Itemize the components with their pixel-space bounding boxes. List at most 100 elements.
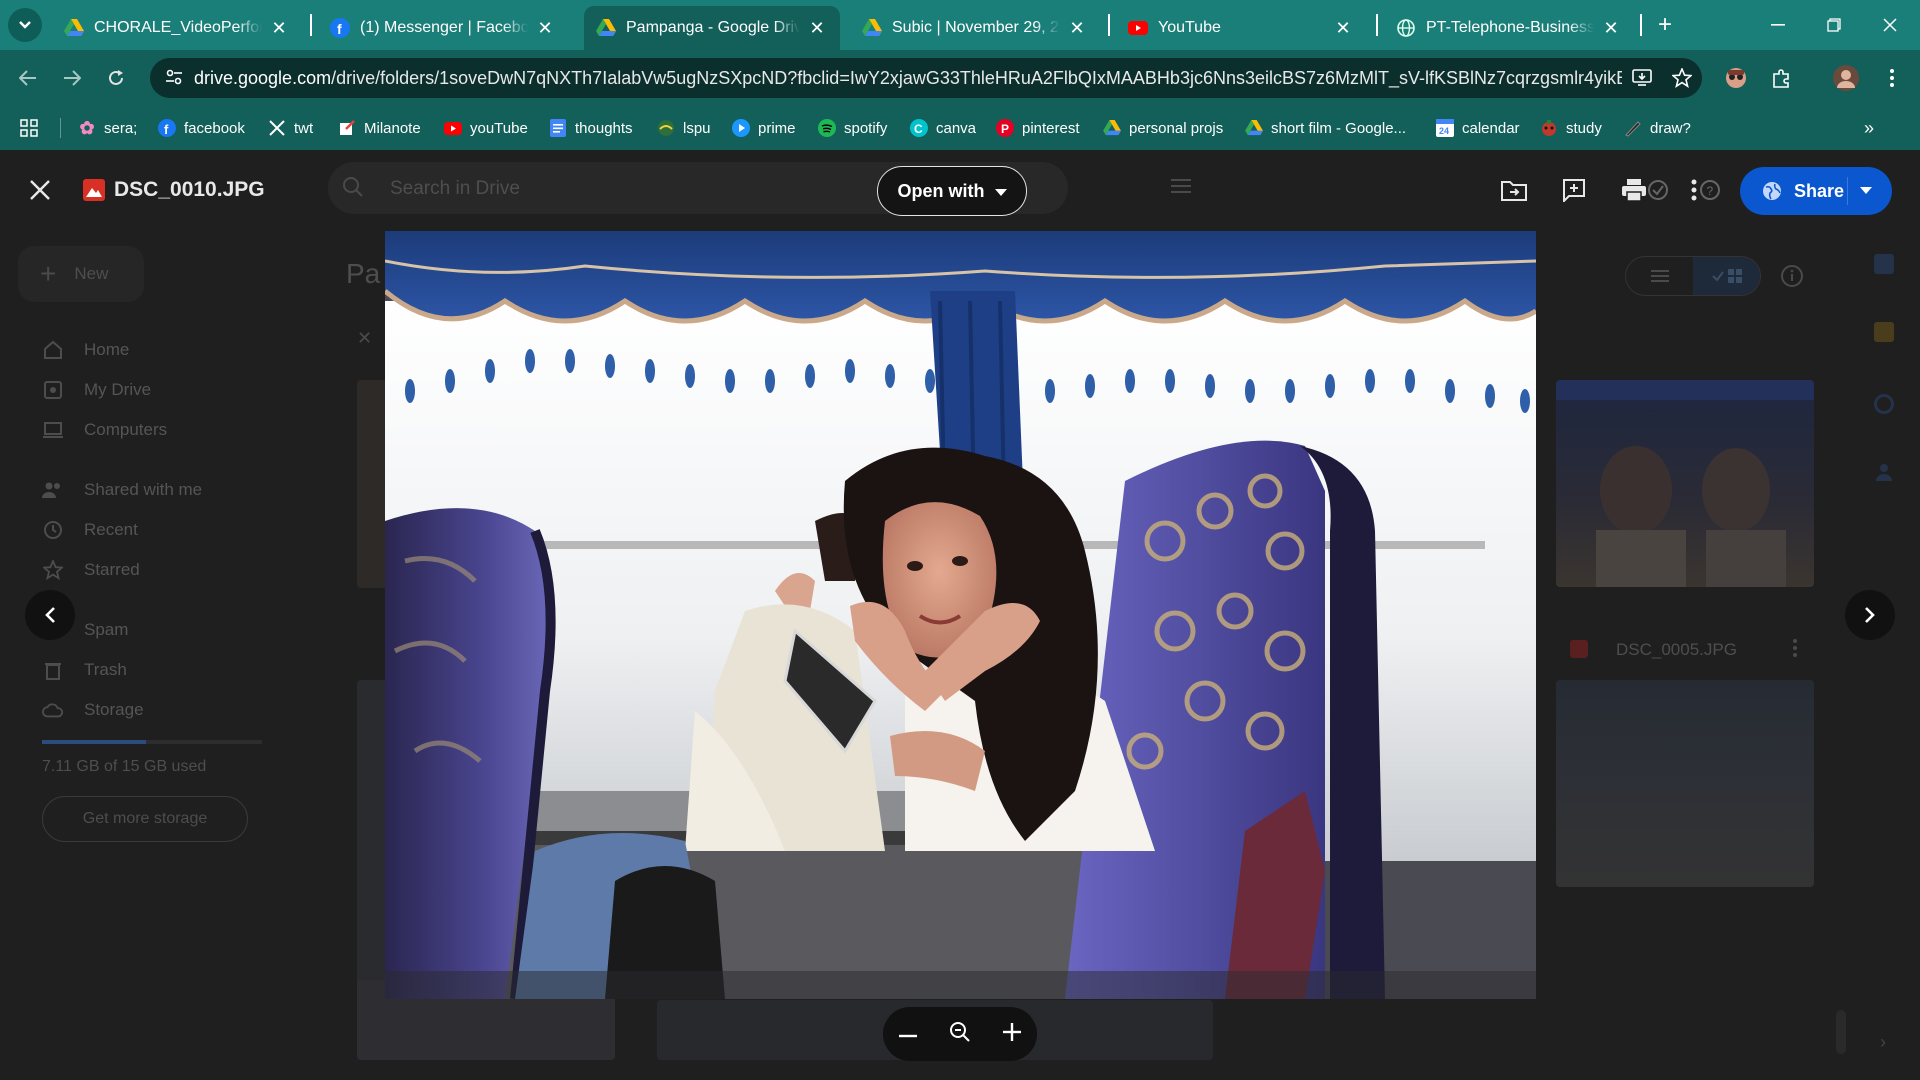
forward-arrow-icon[interactable] — [54, 60, 90, 96]
tab-pt-telephone[interactable]: PT-Telephone-Business-Conversation ✕ — [1384, 6, 1634, 50]
extensions-puzzle-icon[interactable] — [1766, 62, 1798, 94]
tab-subic[interactable]: Subic | November 29, 2024 ✕ — [850, 6, 1100, 50]
tab-title: CHORALE_VideoPerformance — [94, 19, 262, 36]
tab-search-chevron-icon[interactable] — [8, 8, 42, 42]
flower-icon: ✿ — [79, 117, 95, 138]
install-app-icon[interactable] — [1622, 58, 1662, 98]
viewer-header: DSC_0010.JPG Open with ? Share — [0, 150, 1920, 230]
bookmark-label: calendar — [1462, 119, 1520, 137]
close-tab-icon[interactable]: ✕ — [1600, 18, 1622, 39]
browser-menu-icon[interactable] — [1876, 62, 1908, 94]
ready-for-offline-icon[interactable] — [1640, 172, 1676, 208]
back-arrow-icon[interactable] — [10, 60, 46, 96]
bookmark-label: spotify — [844, 119, 888, 137]
bookmark-label: thoughts — [575, 119, 633, 137]
close-tab-icon[interactable]: ✕ — [806, 18, 828, 39]
close-tab-icon[interactable]: ✕ — [1332, 18, 1354, 39]
bookmark-sera[interactable]: ✿ sera; — [78, 116, 137, 140]
bookmark-label: study — [1566, 119, 1602, 137]
globe-icon — [1762, 181, 1782, 201]
share-dropdown-caret-icon[interactable] — [1860, 187, 1872, 195]
close-tab-icon[interactable]: ✕ — [534, 18, 556, 39]
bookmark-youtube[interactable]: youTube — [444, 116, 528, 140]
tab-title: Subic | November 29, 2024 — [892, 19, 1060, 36]
profile-avatar[interactable] — [1830, 62, 1862, 94]
brush-icon — [1624, 119, 1642, 137]
tab-messenger[interactable]: f (1) Messenger | Facebook ✕ — [318, 6, 568, 50]
school-icon — [657, 119, 675, 137]
apps-grid-icon[interactable] — [20, 116, 38, 140]
calendar-icon: 24 — [1436, 119, 1454, 137]
bookmark-milanote[interactable]: Milanote — [338, 116, 421, 140]
bookmark-label: youTube — [470, 119, 528, 137]
zoom-magnifier-icon[interactable] — [949, 1021, 971, 1048]
zoom-out-minus-icon[interactable] — [899, 1025, 917, 1043]
close-tab-icon[interactable]: ✕ — [1066, 18, 1088, 39]
bookmark-label: lspu — [683, 119, 711, 137]
zoom-controls — [883, 1007, 1037, 1061]
next-image-chevron-icon[interactable] — [1845, 590, 1895, 640]
file-name: DSC_0010.JPG — [114, 178, 265, 201]
study-icon — [1540, 119, 1558, 137]
bookmark-pinterest[interactable]: Ppinterest — [996, 116, 1080, 140]
bookmark-label: pinterest — [1022, 119, 1080, 137]
bookmark-lspu[interactable]: lspu — [657, 116, 711, 140]
bookmark-star-icon[interactable] — [1662, 58, 1702, 98]
tab-chorale[interactable]: CHORALE_VideoPerformance ✕ — [52, 6, 302, 50]
tab-title: (1) Messenger | Facebook — [360, 19, 528, 36]
close-window-icon[interactable] — [1862, 0, 1918, 50]
add-comment-icon[interactable] — [1556, 172, 1592, 208]
x-icon — [268, 119, 286, 137]
youtube-icon — [1128, 18, 1148, 38]
tab-pampanga-drive[interactable]: Pampanga - Google Drive ✕ — [584, 6, 840, 50]
new-tab-plus-icon[interactable]: + — [1650, 8, 1680, 42]
zoom-in-plus-icon[interactable] — [1003, 1022, 1021, 1046]
reload-icon[interactable] — [98, 60, 134, 96]
bookmark-label: prime — [758, 119, 796, 137]
bookmark-calendar[interactable]: 24 calendar — [1436, 116, 1520, 140]
previous-image-chevron-icon[interactable] — [25, 590, 75, 640]
tab-youtube[interactable]: YouTube ✕ — [1116, 6, 1366, 50]
bookmark-canva[interactable]: Ccanva — [910, 116, 976, 140]
svg-text:24: 24 — [1439, 126, 1449, 136]
bookmark-short-film[interactable]: short film - Google... — [1245, 116, 1406, 140]
bookmark-prime[interactable]: prime — [732, 116, 796, 140]
open-with-label: Open with — [897, 180, 985, 201]
bookmark-personal-projs[interactable]: personal projs — [1103, 116, 1223, 140]
tab-divider — [1376, 14, 1378, 36]
restore-icon[interactable] — [1806, 0, 1862, 50]
bookmark-label: personal projs — [1129, 119, 1224, 137]
svg-text:C: C — [914, 122, 923, 136]
drive-icon — [596, 18, 616, 38]
close-viewer-icon[interactable] — [22, 172, 58, 208]
more-bookmarks-chevron-icon[interactable]: » — [1864, 116, 1874, 140]
bookmark-thoughts[interactable]: thoughts — [549, 116, 633, 140]
bookmark-label: sera; — [104, 119, 138, 137]
milanote-icon — [338, 119, 356, 137]
close-tab-icon[interactable]: ✕ — [268, 18, 290, 39]
url-text[interactable]: drive.google.com/drive/folders/1soveDwN7… — [194, 68, 1622, 89]
youtube-icon — [444, 119, 462, 137]
add-to-drive-icon[interactable] — [1496, 172, 1532, 208]
bookmark-facebook[interactable]: f facebook — [158, 116, 245, 140]
help-icon[interactable]: ? — [1692, 172, 1728, 208]
bookmark-twt[interactable]: twt — [268, 116, 313, 140]
share-divider — [1847, 177, 1848, 205]
share-button[interactable]: Share — [1740, 167, 1892, 215]
minimize-icon[interactable] — [1750, 0, 1806, 50]
bookmark-draw[interactable]: draw? — [1624, 116, 1691, 140]
tab-title: YouTube — [1158, 19, 1221, 36]
tab-title: PT-Telephone-Business-Conversation — [1426, 19, 1594, 36]
address-bar[interactable]: drive.google.com/drive/folders/1soveDwN7… — [150, 58, 1702, 98]
bookmark-study[interactable]: study — [1540, 116, 1602, 140]
bookmark-label: draw? — [1650, 119, 1691, 137]
canva-icon: C — [910, 119, 928, 137]
open-with-button[interactable]: Open with — [877, 166, 1027, 216]
bookmark-spotify[interactable]: spotify — [818, 116, 887, 140]
facebook-icon: f — [330, 18, 350, 38]
site-settings-icon[interactable] — [154, 69, 194, 88]
extension-avatar-icon[interactable] — [1720, 62, 1752, 94]
url-host: drive.google.com — [194, 67, 332, 88]
globe-icon — [1396, 18, 1416, 38]
url-path: /drive/folders/1soveDwN7qNXTh7IalabVw5ug… — [331, 67, 1622, 88]
